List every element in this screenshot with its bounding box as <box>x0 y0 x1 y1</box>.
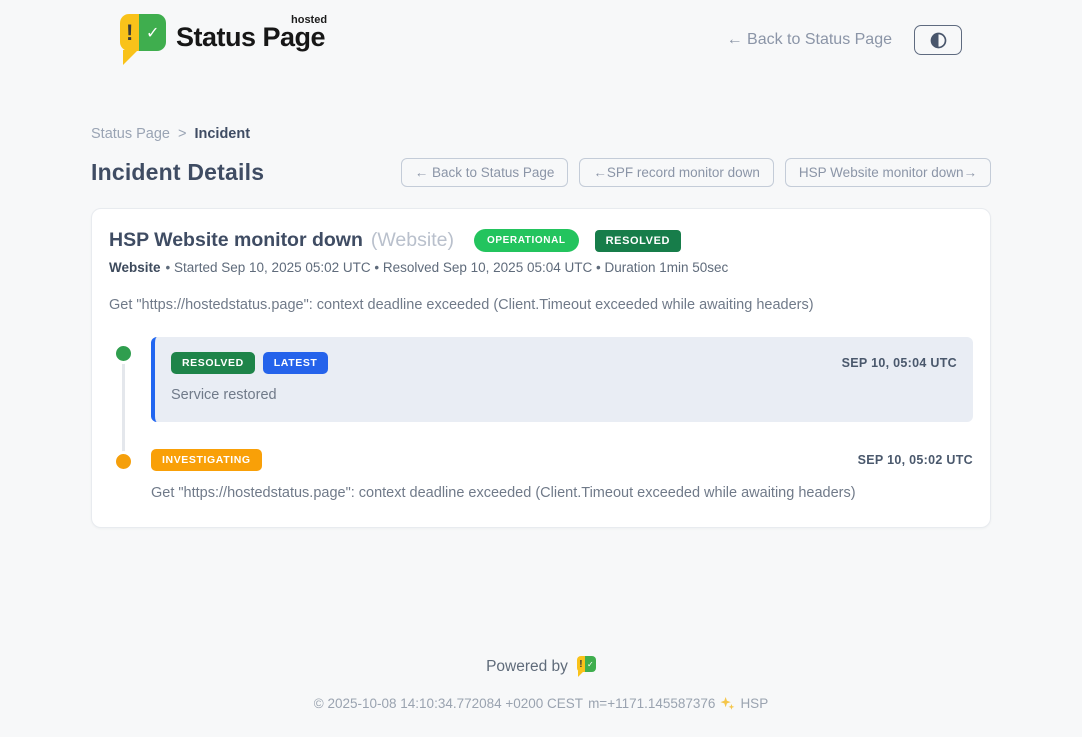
incident-nav-buttons: ← Back to Status Page ←SPF record monito… <box>401 158 991 187</box>
copyright-line: © 2025-10-08 14:10:34.772084 +0200 CEST … <box>0 696 1082 711</box>
logo-exclaim-glyph: ! <box>577 656 585 672</box>
incident-timeline: RESOLVED LATEST SEP 10, 05:04 UTC Servic… <box>109 337 973 501</box>
breadcrumb-status-page-link[interactable]: Status Page <box>91 126 170 142</box>
page-header: ! ✓ Status Page hosted ← Back to Status … <box>0 0 1082 66</box>
timeline-entry-investigating: INVESTIGATING SEP 10, 05:02 UTC Get "htt… <box>109 449 973 501</box>
breadcrumb: Status Page > Incident <box>91 126 991 142</box>
logo-title: Status Page hosted <box>176 24 325 51</box>
incident-description: Get "https://hostedstatus.page": context… <box>109 297 973 313</box>
logo-exclaim-glyph: ! <box>120 14 139 51</box>
timeline-latest-badge: LATEST <box>263 352 329 374</box>
page-title: Incident Details <box>91 159 264 186</box>
theme-toggle-button[interactable] <box>914 25 962 55</box>
timeline-dot-green <box>116 346 131 361</box>
statuspage-logo[interactable]: ! ✓ Status Page hosted <box>120 14 325 66</box>
timeline-investigating-badge: INVESTIGATING <box>151 449 262 471</box>
breadcrumb-incident: Incident <box>194 126 250 142</box>
timeline-message: Service restored <box>171 387 957 403</box>
timeline-timestamp: SEP 10, 05:02 UTC <box>858 453 973 467</box>
prev-incident-button[interactable]: ←SPF record monitor down <box>579 158 774 187</box>
header-back-to-status-page-link[interactable]: ← Back to Status Page <box>727 31 892 49</box>
logo-hosted-label: hosted <box>291 15 327 26</box>
incident-monitor-name: (Website) <box>371 229 454 252</box>
operational-status-badge: OPERATIONAL <box>474 229 579 252</box>
breadcrumb-separator: > <box>178 126 186 142</box>
meta-timestamps: • Started Sep 10, 2025 05:02 UTC • Resol… <box>166 260 729 275</box>
page-footer: Powered by ! ✓ © 2025-10-08 14:10:34.772… <box>0 656 1082 737</box>
timeline-timestamp: SEP 10, 05:04 UTC <box>842 356 957 370</box>
timeline-dot-orange <box>116 454 131 469</box>
incident-card: HSP Website monitor down (Website) OPERA… <box>91 208 991 528</box>
timeline-entry-box-plain: INVESTIGATING SEP 10, 05:02 UTC Get "htt… <box>151 449 973 501</box>
timeline-entry-resolved: RESOLVED LATEST SEP 10, 05:04 UTC Servic… <box>109 337 973 422</box>
logo-check-glyph: ✓ <box>139 14 166 51</box>
copyright-brand: HSP <box>740 696 768 711</box>
statuspage-footer-logo-icon[interactable]: ! ✓ <box>577 656 596 677</box>
statuspage-logo-icon: ! ✓ <box>120 14 166 66</box>
logo-check-glyph: ✓ <box>585 656 596 672</box>
copyright-text: © 2025-10-08 14:10:34.772084 +0200 CEST <box>314 696 583 711</box>
half-circle-theme-icon <box>930 32 947 49</box>
back-to-status-page-button[interactable]: ← Back to Status Page <box>401 158 569 187</box>
timeline-message: Get "https://hostedstatus.page": context… <box>151 485 973 501</box>
powered-by-label: Powered by <box>486 658 568 676</box>
incident-meta: Website • Started Sep 10, 2025 05:02 UTC… <box>109 260 973 275</box>
sparkles-icon <box>720 696 735 711</box>
copyright-runtime: m=+1171.145587376 <box>588 696 715 711</box>
meta-monitor-name: Website <box>109 260 161 275</box>
incident-title: HSP Website monitor down <box>109 229 363 252</box>
timeline-resolved-badge: RESOLVED <box>171 352 255 374</box>
main-content: Status Page > Incident Incident Details … <box>91 66 991 528</box>
next-incident-button[interactable]: HSP Website monitor down→ <box>785 158 991 187</box>
timeline-entry-box-highlighted: RESOLVED LATEST SEP 10, 05:04 UTC Servic… <box>151 337 973 422</box>
resolved-status-badge: RESOLVED <box>595 230 682 252</box>
